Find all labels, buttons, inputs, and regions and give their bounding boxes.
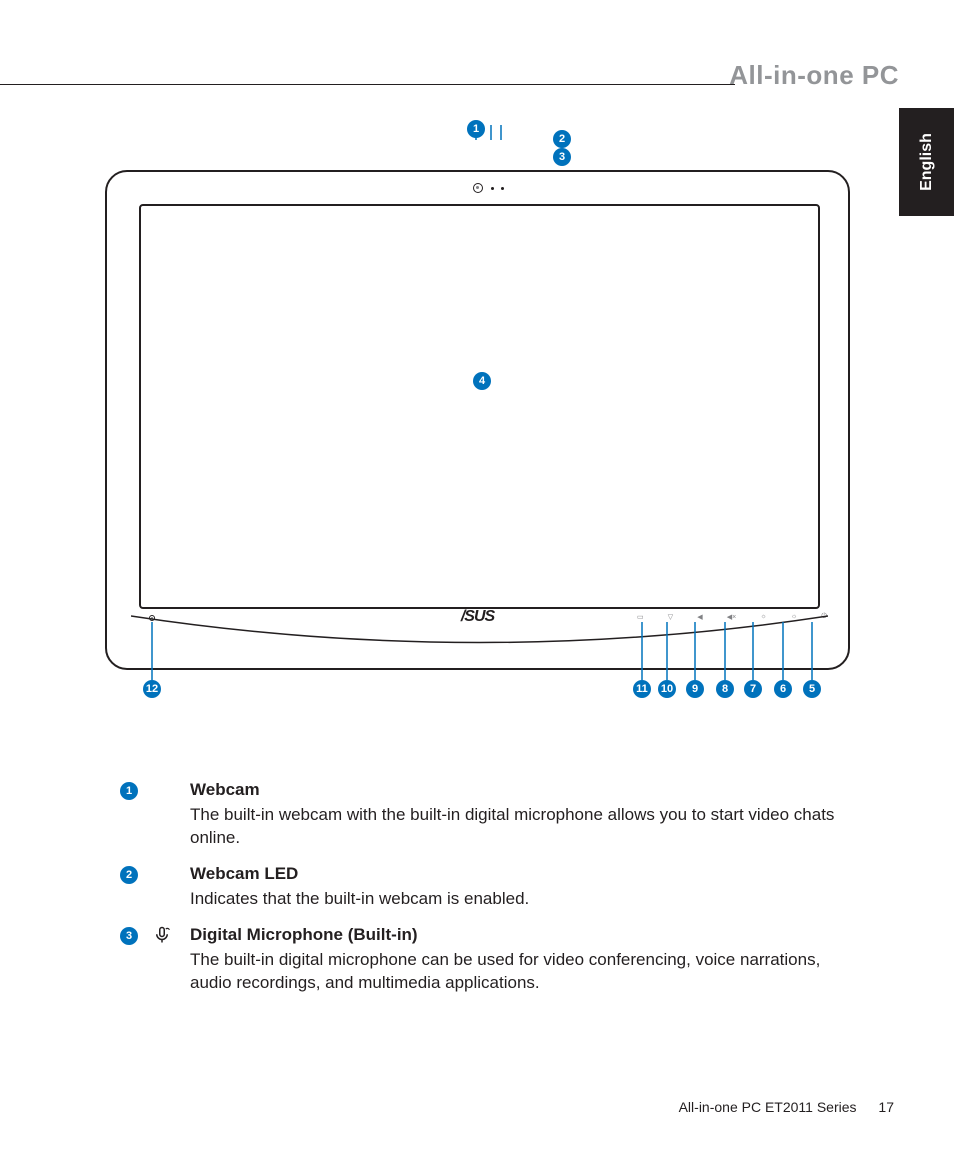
desc-text-2: Indicates that the built-in webcam is en… (190, 888, 860, 911)
callout-9: 9 (686, 680, 704, 698)
page-header: All-in-one PC (0, 70, 954, 98)
desc-text-3: The built-in digital microphone can be u… (190, 949, 860, 995)
desc-text-1: The built-in webcam with the built-in di… (190, 804, 860, 850)
desc-title-3: Digital Microphone (Built-in) (190, 925, 860, 945)
language-tab: English (899, 108, 954, 216)
callout-12: 12 (143, 680, 161, 698)
desc-item-3: 3 Digital Microphone (Built-in) The buil… (120, 925, 860, 995)
callout-4: 4 (473, 372, 491, 390)
page-footer: All-in-one PC ET2011 Series 17 (679, 1099, 894, 1115)
desc-item-1: 1 Webcam The built-in webcam with the bu… (120, 780, 860, 850)
leader-lines (105, 125, 850, 725)
callout-2: 2 (553, 130, 571, 148)
desc-title-1: Webcam (190, 780, 860, 800)
callout-11: 11 (633, 680, 651, 698)
header-title: All-in-one PC (729, 60, 899, 91)
callout-8: 8 (716, 680, 734, 698)
footer-page-number: 17 (878, 1099, 894, 1115)
callout-10: 10 (658, 680, 676, 698)
microphone-icon (153, 926, 175, 995)
callout-1: 1 (467, 120, 485, 138)
description-list: 1 Webcam The built-in webcam with the bu… (120, 780, 860, 1009)
callout-5: 5 (803, 680, 821, 698)
desc-bullet-3: 3 (120, 927, 138, 945)
language-label: English (918, 133, 936, 191)
desc-item-2: 2 Webcam LED Indicates that the built-in… (120, 864, 860, 911)
desc-bullet-2: 2 (120, 866, 138, 884)
callout-7: 7 (744, 680, 762, 698)
desc-title-2: Webcam LED (190, 864, 860, 884)
callout-6: 6 (774, 680, 792, 698)
footer-series: All-in-one PC ET2011 Series (679, 1099, 857, 1115)
desc-icon-none (153, 781, 175, 850)
device-diagram: 1 2 3 4 /SUS ▭ ▽ ◀ ◀× ☼ ☼ ⏻ 12 11 10 9 8… (105, 170, 850, 730)
desc-bullet-1: 1 (120, 782, 138, 800)
desc-icon-none (153, 865, 175, 911)
header-rule (0, 84, 735, 85)
callout-3: 3 (553, 148, 571, 166)
